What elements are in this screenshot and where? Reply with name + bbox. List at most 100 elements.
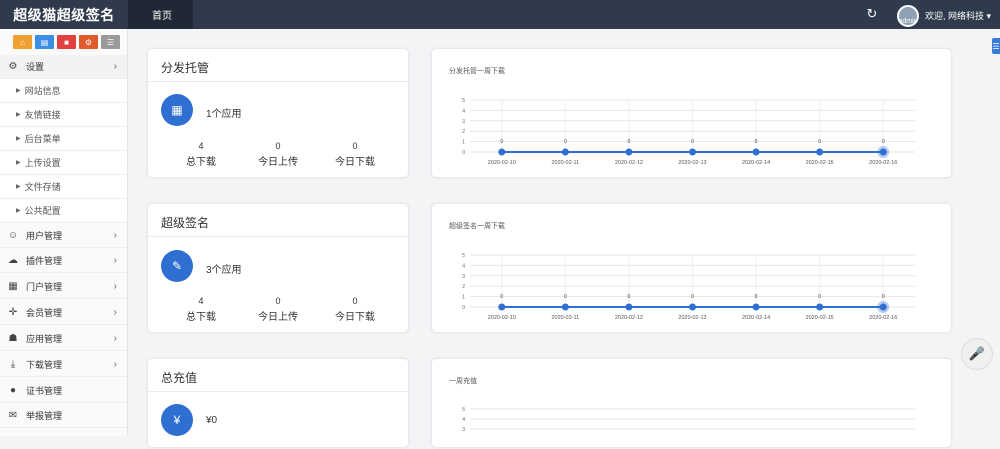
sidebar-item-users[interactable]: ☺ 用户管理 › (0, 224, 127, 248)
stat-total-downloads: 4 总下载 (186, 296, 216, 323)
data-label: 0 (882, 294, 885, 300)
x-tick-label: 2020-02-10 (488, 160, 516, 166)
sidebar-subitem-public-config[interactable]: ▶ 公共配置 (0, 199, 127, 223)
x-tick-label: 2020-02-15 (806, 160, 834, 166)
data-label: 0 (691, 294, 694, 300)
data-label: 0 (500, 139, 503, 145)
envelope-icon: ✉ (8, 410, 18, 421)
x-tick-label: 2020-02-12 (615, 160, 643, 166)
data-label: 0 (755, 139, 758, 145)
data-label: 0 (818, 139, 821, 145)
data-point (689, 148, 696, 156)
sidebar-item-reports[interactable]: ✉ 举报管理 (0, 404, 127, 428)
refresh-icon[interactable]: ↻ (865, 7, 879, 21)
line-chart: 0 1 2 3 4 5 0 2020-02-10 0 2020-02-11 0 2020-02-12 0… (462, 98, 915, 166)
y-tick-label: 5 (462, 407, 465, 413)
sidebar-subitem-label: 文件存储 (24, 182, 61, 192)
sidebar-item-portal[interactable]: ▦ 门户管理 › (0, 275, 127, 299)
list-shortcut-icon[interactable]: ☰ (101, 35, 120, 49)
user-menu[interactable]: 欢迎, 网络科技 ▾ (925, 9, 991, 22)
card-title: 总充值 (161, 371, 198, 385)
sidebar-item-label: 设置 (26, 62, 45, 72)
pencil-icon: ✎ (161, 250, 193, 282)
y-tick-label: 3 (462, 119, 465, 125)
data-point (816, 148, 824, 156)
sidebar-subitem-upload-settings[interactable]: ▶ 上传设置 (0, 151, 127, 175)
chart-card-super-sign: 超级签名一周下载 0 1 2 3 4 5 0 2020-02-10 0 2020-02-11 0 20… (431, 203, 952, 333)
x-tick-label: 2020-02-10 (488, 315, 516, 321)
data-label: 0 (628, 294, 631, 300)
sidebar-item-apps[interactable]: ☗ 应用管理 › (0, 327, 127, 351)
avatar[interactable]: admin (897, 5, 919, 27)
data-point (498, 148, 506, 156)
sidebar-subitem-label: 网站信息 (24, 86, 61, 96)
y-tick-label: 2 (462, 284, 465, 290)
tab-home[interactable]: 首页 (128, 0, 193, 29)
chevron-right-icon: › (113, 61, 117, 72)
caret-right-icon: ▶ (16, 88, 21, 94)
card-total-recharge: 总充值 ¥ ¥0 (147, 358, 409, 448)
sidebar-item-certificates[interactable]: ● 证书管理 (0, 379, 127, 403)
x-tick-label: 2020-02-14 (742, 315, 770, 321)
data-point (816, 303, 824, 311)
chart-card-distribution: 分发托管一周下载 0 1 2 3 4 5 0 2020-02-10 0 2020-02-11 0 20… (431, 48, 952, 178)
divider (148, 236, 408, 237)
sidebar-item-label: 插件管理 (26, 256, 63, 266)
data-label: 0 (691, 139, 694, 145)
shortcut-bar: ⌂ ▤ ■ ⚙ ☰ (13, 35, 120, 49)
stat-today-uploads: 0 今日上传 (258, 141, 298, 168)
sidebar-item-settings[interactable]: ⚙ 设置 › (0, 55, 127, 79)
sidebar-item-members[interactable]: ✛ 会员管理 › (0, 301, 127, 325)
microphone-icon[interactable]: 🎤 (961, 338, 993, 370)
cloud-icon: ☁ (8, 255, 18, 266)
y-tick-label: 4 (462, 263, 465, 269)
y-tick-label: 3 (462, 427, 465, 433)
y-tick-label: 0 (462, 150, 465, 156)
x-tick-label: 2020-02-16 (869, 160, 897, 166)
sidebar-subitem-label: 后台菜单 (24, 134, 61, 144)
divider (148, 391, 408, 392)
top-bar: 超级猫超级签名 首页 ↻ admin 欢迎, 网络科技 ▾ (0, 0, 1000, 29)
brand-title[interactable]: 超级猫超级签名 (0, 0, 128, 29)
data-point (752, 148, 760, 156)
sidebar-item-downloads[interactable]: ⤓ 下载管理 › (0, 353, 127, 377)
data-point (689, 303, 696, 311)
sidebar-item-label: 会员管理 (26, 308, 63, 318)
recharge-total: ¥0 (206, 415, 218, 426)
chevron-right-icon: › (113, 230, 117, 241)
data-point (879, 148, 887, 156)
sidebar-item-label: 证书管理 (26, 386, 63, 396)
card-distribution: 分发托管 ▦ 1个应用 4 总下载 0 今日上传 0 今日下载 (147, 48, 409, 178)
x-tick-label: 2020-02-12 (615, 315, 643, 321)
sidebar-subitem-site-info[interactable]: ▶ 网站信息 (0, 79, 127, 103)
card-super-sign: 超级签名 ✎ 3个应用 4 总下载 0 今日上传 0 今日下载 (147, 203, 409, 333)
file-shortcut-icon[interactable]: ▤ (35, 35, 54, 49)
card-title: 分发托管 (161, 61, 210, 75)
sidebar-subitem-label: 友情链接 (24, 110, 61, 120)
sidebar-item-label: 用户管理 (26, 231, 63, 241)
sidebar-item-label: 下载管理 (26, 360, 63, 370)
caret-right-icon: ▶ (16, 160, 21, 166)
caret-right-icon: ▶ (16, 136, 21, 142)
line-chart: 0 1 2 3 4 5 0 2020-02-10 0 2020-02-11 0 2020-02-12 0… (462, 253, 915, 321)
card-title: 超级签名 (161, 216, 210, 230)
home-shortcut-icon[interactable]: ⌂ (13, 35, 32, 49)
sidebar-item-plugins[interactable]: ☁ 插件管理 › (0, 249, 127, 273)
y-tick-label: 4 (462, 417, 465, 423)
caret-right-icon: ▶ (16, 112, 21, 118)
trash-shortcut-icon[interactable]: ■ (57, 35, 76, 49)
side-tool-icon[interactable]: ☰ (992, 38, 1000, 54)
chevron-right-icon: › (113, 307, 117, 318)
settings-shortcut-icon[interactable]: ⚙ (79, 35, 98, 49)
chart-card-recharge: 一周充值 345 (431, 358, 952, 448)
sidebar-subitem-file-storage[interactable]: ▶ 文件存储 (0, 175, 127, 199)
move-icon: ✛ (8, 307, 18, 318)
x-tick-label: 2020-02-13 (678, 315, 706, 321)
data-point (561, 303, 569, 311)
data-label: 0 (564, 294, 567, 300)
sidebar-subitem-admin-menu[interactable]: ▶ 后台菜单 (0, 127, 127, 151)
gears-icon: ⚙ (8, 61, 18, 72)
sidebar-subitem-links[interactable]: ▶ 友情链接 (0, 103, 127, 127)
app-count: 1个应用 (206, 109, 242, 120)
sidebar: ⌂ ▤ ■ ⚙ ☰ ⚙ 设置 › ▶ 网站信息 ▶ 友情链接 ▶ 后台菜单 ▶ 上传设置… (0, 29, 128, 436)
